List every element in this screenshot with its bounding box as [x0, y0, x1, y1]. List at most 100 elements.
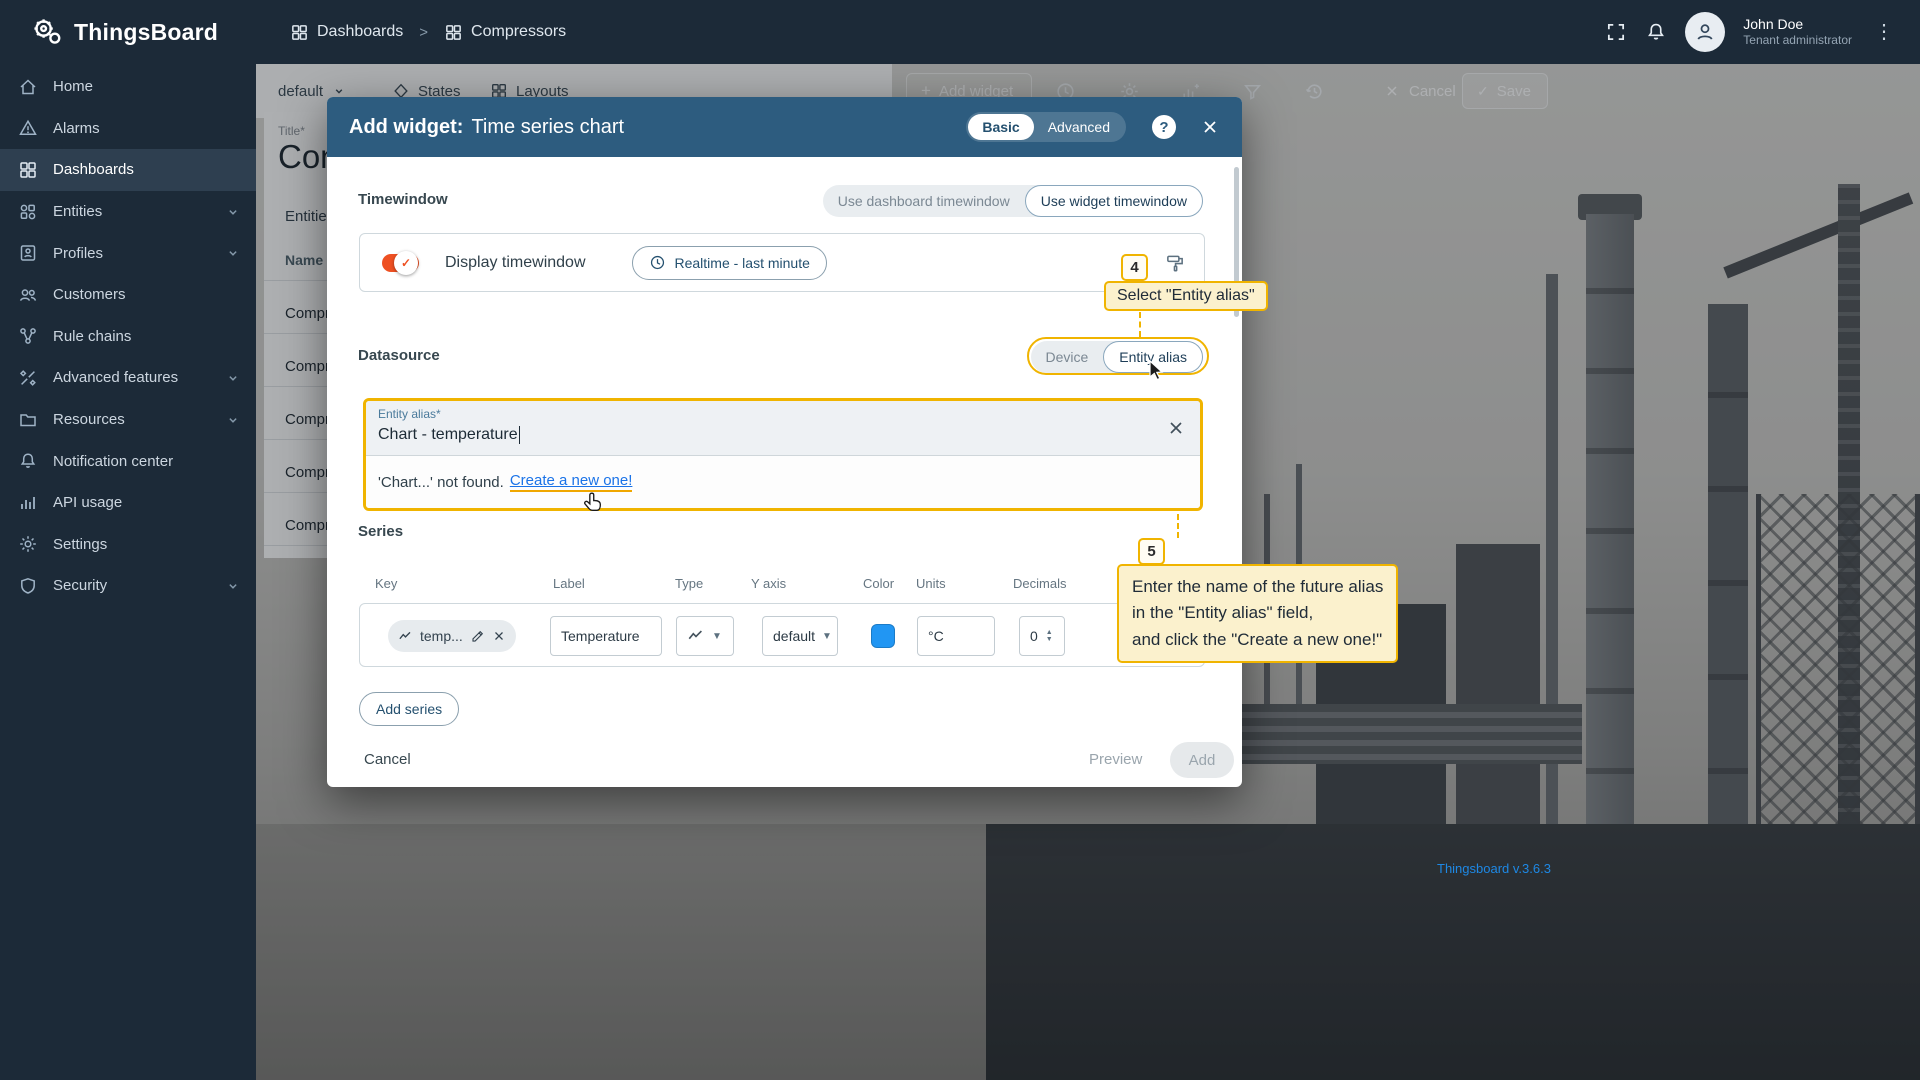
mode-toggle: Basic Advanced: [966, 112, 1126, 142]
chevron-down-icon: ▼: [822, 631, 832, 642]
top-header: ThingsBoard Dashboards > Compressors Joh…: [0, 0, 1920, 64]
sidebar-item-alarms[interactable]: Alarms: [0, 108, 256, 150]
thingsboard-app: ThingsBoard Dashboards > Compressors Joh…: [0, 0, 1920, 1080]
use-dashboard-timewindow-button[interactable]: Use dashboard timewindow: [823, 185, 1025, 217]
sidebar-item-label: Security: [53, 577, 107, 594]
help-button[interactable]: ?: [1152, 115, 1176, 139]
tutorial-connector-line: [1177, 514, 1179, 538]
sidebar-item-label: Alarms: [53, 120, 100, 137]
realtime-timewindow-button[interactable]: Realtime - last minute: [632, 246, 827, 280]
line-chart-icon: [687, 627, 705, 645]
sidebar-item-api-usage[interactable]: API usage: [0, 482, 256, 524]
fullscreen-icon[interactable]: [1605, 21, 1627, 43]
sidebar-item-home[interactable]: Home: [0, 66, 256, 108]
series-color-swatch[interactable]: [871, 624, 895, 648]
entity-alias-value: Chart - temperature: [378, 426, 520, 444]
remove-key-icon[interactable]: [492, 629, 506, 643]
column-key: Key: [375, 576, 397, 591]
series-y-axis-select[interactable]: default▼: [762, 616, 838, 656]
tutorial-connector-line: [1139, 312, 1141, 337]
timewindow-scope-toggle: Use dashboard timewindow Use widget time…: [823, 185, 1203, 217]
column-decimals: Decimals: [1013, 576, 1066, 591]
sidebar-item-label: Entities: [53, 203, 102, 220]
user-role: Tenant administrator: [1743, 33, 1852, 48]
sidebar-item-resources[interactable]: Resources: [0, 399, 256, 441]
display-timewindow-toggle[interactable]: ✓: [382, 254, 419, 272]
sidebar: Home Alarms Dashboards Entities Profiles…: [0, 64, 256, 1080]
basic-mode-button[interactable]: Basic: [968, 114, 1033, 140]
not-found-text: 'Chart...' not found.: [378, 474, 504, 491]
series-row: temp... Temperature ▼ default▼ °C 0 ▲▼: [359, 603, 1205, 667]
sidebar-item-label: Settings: [53, 536, 107, 553]
series-units-input[interactable]: °C: [917, 616, 995, 656]
timewindow-heading: Timewindow: [358, 191, 448, 208]
breadcrumb-label: Compressors: [471, 23, 566, 41]
sidebar-item-settings[interactable]: Settings: [0, 524, 256, 566]
avatar[interactable]: [1685, 12, 1725, 52]
entity-alias-input[interactable]: Entity alias* Chart - temperature: [366, 401, 1200, 456]
dashboards-icon: [290, 23, 309, 42]
sidebar-item-label: Customers: [53, 286, 126, 303]
series-decimals-stepper[interactable]: 0 ▲▼: [1019, 616, 1065, 656]
clock-icon: [649, 254, 666, 271]
text-caret: [519, 426, 521, 444]
series-type-select[interactable]: ▼: [676, 616, 734, 656]
kebab-menu-icon[interactable]: ⋮: [1870, 22, 1898, 42]
create-new-alias-link[interactable]: Create a new one!: [510, 472, 633, 492]
breadcrumb-compressors[interactable]: Compressors: [444, 23, 566, 42]
sidebar-item-dashboards[interactable]: Dashboards: [0, 149, 256, 191]
sidebar-item-notification-center[interactable]: Notification center: [0, 440, 256, 482]
thingsboard-logo-icon: [30, 15, 64, 49]
shield-icon: [18, 576, 38, 596]
breadcrumb-separator: >: [419, 24, 428, 41]
timewindow-config-box: ✓ Display timewindow Realtime - last min…: [359, 233, 1205, 292]
chevron-down-icon: [224, 203, 242, 221]
sidebar-item-label: Dashboards: [53, 161, 134, 178]
timeseries-icon: [398, 629, 413, 644]
gear-icon: [18, 534, 38, 554]
sidebar-item-entities[interactable]: Entities: [0, 191, 256, 233]
series-label-input[interactable]: Temperature: [550, 616, 662, 656]
close-dialog-icon[interactable]: [1200, 117, 1220, 137]
breadcrumb-label: Dashboards: [317, 23, 403, 41]
series-key-chip[interactable]: temp...: [388, 620, 516, 652]
add-button[interactable]: Add: [1170, 742, 1234, 778]
notifications-bell-icon[interactable]: [1645, 21, 1667, 43]
add-series-button[interactable]: Add series: [359, 692, 459, 726]
sidebar-item-security[interactable]: Security: [0, 565, 256, 607]
sidebar-item-advanced-features[interactable]: Advanced features: [0, 357, 256, 399]
advanced-mode-button[interactable]: Advanced: [1034, 114, 1124, 140]
entity-alias-label: Entity alias*: [378, 407, 441, 421]
stepper-arrows-icon[interactable]: ▲▼: [1046, 629, 1053, 643]
chevron-down-icon: [224, 244, 242, 262]
column-color: Color: [863, 576, 894, 591]
person-icon: [1694, 21, 1716, 43]
use-widget-timewindow-button[interactable]: Use widget timewindow: [1025, 185, 1203, 217]
sidebar-item-label: Profiles: [53, 245, 103, 262]
sidebar-item-label: Resources: [53, 411, 125, 428]
edit-pencil-icon[interactable]: [470, 629, 485, 644]
tutorial-callout-5: Enter the name of the future alias in th…: [1117, 564, 1398, 663]
header-actions: John Doe Tenant administrator ⋮: [1605, 12, 1920, 52]
column-y-axis: Y axis: [751, 576, 786, 591]
dialog-cancel-button[interactable]: Cancel: [364, 751, 411, 768]
dialog-header: Add widget: Time series chart Basic Adva…: [327, 97, 1242, 157]
tutorial-step-badge-4: 4: [1121, 254, 1148, 281]
preview-button[interactable]: Preview: [1089, 751, 1142, 768]
sidebar-item-label: Advanced features: [53, 369, 178, 386]
version-link[interactable]: Thingsboard v.3.6.3: [1437, 861, 1551, 876]
column-type: Type: [675, 576, 703, 591]
clear-input-icon[interactable]: [1166, 418, 1186, 438]
chevron-down-icon: [224, 369, 242, 387]
tools-icon: [18, 368, 38, 388]
breadcrumb: Dashboards > Compressors: [290, 23, 566, 42]
sidebar-item-profiles[interactable]: Profiles: [0, 232, 256, 274]
breadcrumb-dashboards[interactable]: Dashboards: [290, 23, 403, 42]
timewindow-style-icon[interactable]: [1164, 252, 1186, 274]
sidebar-item-rule-chains[interactable]: Rule chains: [0, 316, 256, 358]
app-name: ThingsBoard: [74, 19, 218, 46]
dialog-title-prefix: Add widget:: [349, 116, 463, 139]
sidebar-item-customers[interactable]: Customers: [0, 274, 256, 316]
home-icon: [18, 77, 38, 97]
bars-icon: [18, 493, 38, 513]
